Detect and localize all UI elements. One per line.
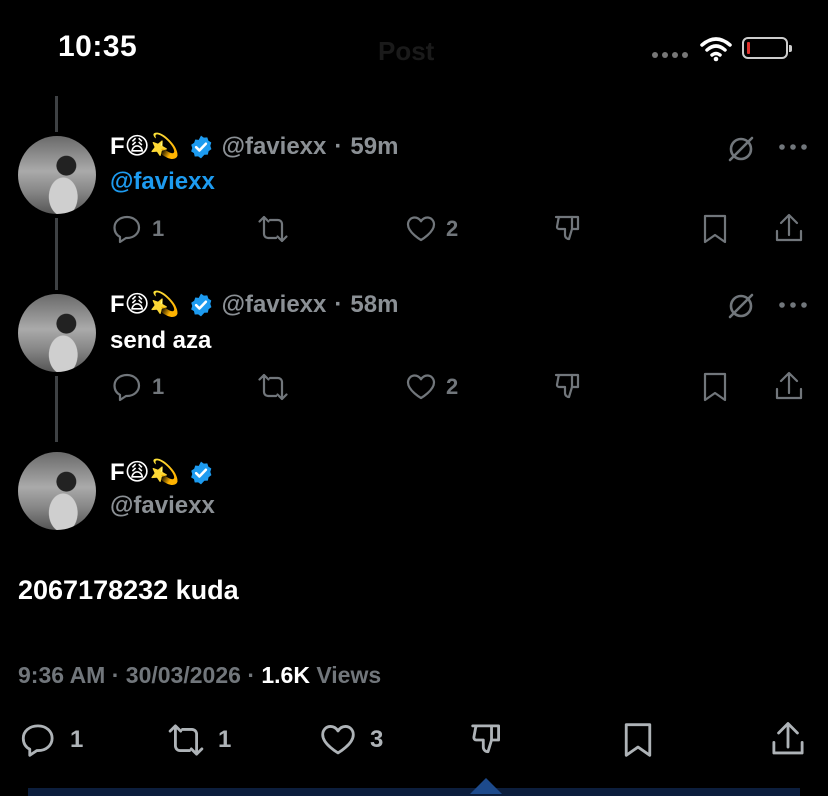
page-title: Post <box>378 36 435 66</box>
separator: · <box>111 662 120 688</box>
wifi-icon <box>700 37 732 62</box>
dislike-icon <box>471 724 500 754</box>
display-name[interactable]: F😩💫 <box>110 132 180 161</box>
like-count: 2 <box>446 374 459 399</box>
reply-header: F😩💫 @faviexx · 58m <box>110 290 398 319</box>
reply-count: 1 <box>70 726 84 753</box>
verified-badge-icon <box>190 293 211 316</box>
share-button[interactable] <box>768 720 808 760</box>
dislike-icon <box>554 215 580 241</box>
more-icon[interactable] <box>778 300 808 310</box>
bookmark-button[interactable] <box>618 720 658 760</box>
cellular-signal-icon <box>652 52 688 58</box>
repost-button[interactable]: 1 <box>166 720 231 760</box>
reply-count: 1 <box>152 216 165 241</box>
bottom-bar <box>28 788 800 796</box>
handle[interactable]: @faviexx <box>222 291 327 319</box>
bookmark-button[interactable] <box>698 370 732 404</box>
post-text: 2067178232 kuda <box>18 575 239 605</box>
grok-icon[interactable] <box>726 134 756 164</box>
bookmark-icon <box>703 372 727 402</box>
reply-text: send aza <box>110 327 212 354</box>
bookmark-icon <box>624 723 652 757</box>
dislike-button[interactable] <box>552 370 586 404</box>
thread-connector <box>55 218 58 290</box>
reply-button[interactable]: 1 <box>110 212 164 246</box>
reply-header: F😩💫 @faviexx · 59m <box>110 132 398 161</box>
reply-button[interactable]: 1 <box>18 720 83 760</box>
verified-badge-icon <box>190 135 211 158</box>
grok-icon[interactable] <box>726 291 756 321</box>
share-button[interactable] <box>772 212 806 246</box>
dislike-icon <box>554 373 580 399</box>
separator: · <box>334 132 343 160</box>
share-icon <box>772 722 804 755</box>
views-label: Views <box>316 662 382 688</box>
reply-icon <box>113 215 141 244</box>
repost-count: 1 <box>218 726 232 753</box>
like-count: 3 <box>370 726 384 753</box>
thread-connector <box>55 376 58 442</box>
heart-icon <box>406 216 436 242</box>
separator: · <box>334 290 343 318</box>
status-time: 10:35 <box>58 30 138 63</box>
verified-badge-icon <box>190 461 211 484</box>
reply-icon <box>113 373 141 402</box>
views-count[interactable]: 1.6K <box>261 662 310 688</box>
share-icon <box>775 213 803 242</box>
post-author: F😩💫 <box>110 458 214 487</box>
like-button[interactable]: 3 <box>318 720 383 760</box>
timestamp[interactable]: 58m <box>350 291 398 319</box>
reply-button[interactable]: 1 <box>110 370 164 404</box>
bookmark-button[interactable] <box>698 212 732 246</box>
separator: · <box>247 662 255 688</box>
display-name[interactable]: F😩💫 <box>110 458 180 487</box>
avatar[interactable] <box>18 294 96 372</box>
repost-icon <box>258 373 288 401</box>
share-icon <box>775 371 803 400</box>
post-meta: 9:36 AM · 30/03/2026 · 1.6K Views <box>18 662 381 689</box>
bookmark-icon <box>703 214 727 244</box>
dislike-button[interactable] <box>468 720 508 760</box>
post-time: 9:36 AM <box>18 662 106 688</box>
display-name[interactable]: F😩💫 <box>110 290 180 319</box>
heart-icon <box>321 725 355 755</box>
repost-icon <box>168 724 204 756</box>
timestamp[interactable]: 59m <box>350 133 398 161</box>
reply-count: 1 <box>152 374 165 399</box>
battery-icon <box>742 37 792 59</box>
reply-icon <box>21 724 54 757</box>
repost-button[interactable] <box>256 212 298 246</box>
repost-button[interactable] <box>256 370 298 404</box>
tooltip-caret <box>470 778 502 794</box>
mention-link[interactable]: @faviexx <box>110 168 215 195</box>
dislike-button[interactable] <box>552 212 586 246</box>
reply-text: @faviexx <box>110 168 215 196</box>
avatar[interactable] <box>18 452 96 530</box>
like-count: 2 <box>446 216 459 241</box>
handle[interactable]: @faviexx <box>222 133 327 161</box>
avatar[interactable] <box>18 136 96 214</box>
repost-icon <box>258 215 288 243</box>
thread-connector <box>55 96 58 132</box>
share-button[interactable] <box>772 370 806 404</box>
post-date: 30/03/2026 <box>125 662 241 688</box>
like-button[interactable]: 2 <box>404 370 458 404</box>
like-button[interactable]: 2 <box>404 212 458 246</box>
handle[interactable]: @faviexx <box>110 492 215 520</box>
heart-icon <box>406 374 436 400</box>
more-icon[interactable] <box>778 142 808 152</box>
